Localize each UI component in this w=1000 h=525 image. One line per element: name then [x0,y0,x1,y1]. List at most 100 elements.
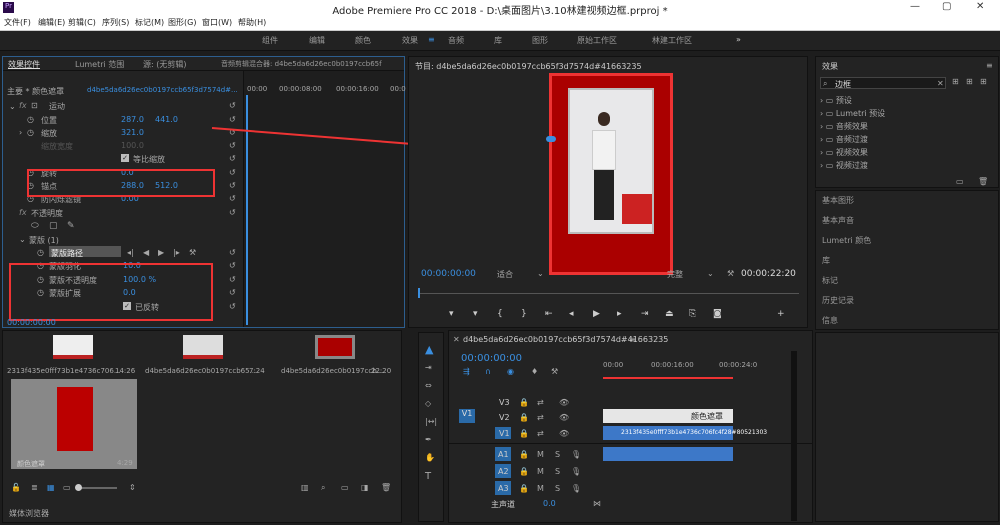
sync-icon[interactable]: ⇄ [537,398,544,407]
wrench-icon[interactable]: ⚒ [727,269,734,278]
lift-icon[interactable]: ⏏ [665,309,674,319]
reset-icon[interactable]: ↺ [229,302,236,311]
panel-libraries[interactable]: 库 [822,255,830,266]
program-timecode-left[interactable]: 00:00:00:00 [421,269,476,279]
mute-button[interactable]: M [537,484,544,493]
play-icon[interactable]: ▶ [593,309,600,319]
reset-icon[interactable]: ↺ [229,194,236,203]
tree-item-audio-effects[interactable]: › ▭ 音频效果 [820,121,868,132]
track-forward-icon[interactable]: ▶ [158,248,164,257]
clip-a1[interactable] [603,447,733,461]
ws-graphics[interactable]: 图形 [532,35,548,46]
panel-history[interactable]: 历史记录 [822,295,854,306]
lock-icon[interactable]: 🔒 [519,467,529,476]
master-track-value[interactable]: 0.0 [543,499,556,508]
step-forward-icon[interactable]: ▸ [617,309,622,319]
panel-info[interactable]: 信息 [822,315,838,326]
menu-marker[interactable]: 标记(M) [135,17,164,28]
go-to-out-icon[interactable]: ⇥ [641,309,649,319]
ws-custom[interactable]: 林建工作区 [652,35,692,46]
eye-icon[interactable]: 👁 [559,413,569,422]
ws-libraries[interactable]: 库 [494,35,502,46]
thumb-3[interactable] [315,335,355,359]
track-v2[interactable]: V2 [499,413,510,422]
reset-icon[interactable]: ↺ [229,288,236,297]
32bit-icon[interactable]: ⊞ [966,77,973,86]
panel-essential-sound[interactable]: 基本声音 [822,215,854,226]
panel-lumetri-color[interactable]: Lumetri 颜色 [822,235,871,246]
reset-icon[interactable]: ↺ [229,208,236,217]
program-playhead[interactable] [418,288,420,298]
clip-v1[interactable]: 2313f435e0fff73b1e4736c706fc4f28#8052130… [603,426,767,440]
track-v3[interactable]: V3 [499,398,510,407]
timeline-timecode[interactable]: 00:00:00:00 [461,353,522,364]
chevron-icon[interactable]: ⋈ [593,499,601,508]
track-a2[interactable]: A2 [498,467,509,476]
lock-icon[interactable]: 🔒 [519,398,529,407]
ellipse-mask-icon[interactable]: ⬭ [31,221,39,231]
menu-lines-icon[interactable]: ≡ [428,35,435,44]
thumb-1[interactable] [53,335,93,359]
menu-clip[interactable]: 剪辑(C) [68,17,96,28]
track-back-icon[interactable]: ◀ [143,248,149,257]
wrench-icon[interactable]: ⚒ [189,248,196,257]
ws-editing[interactable]: 编辑 [309,35,325,46]
freeform-icon[interactable]: ▭ [63,483,71,492]
rectangle-mask-icon[interactable]: ▢ [49,221,58,231]
maximize-icon[interactable]: ▢ [942,1,951,12]
tree-item-lumetri-presets[interactable]: › ▭ Lumetri 预设 [820,108,885,119]
program-scrubber[interactable] [419,293,799,294]
tab-audio-mixer[interactable]: 音频剪辑混合器: d4be5da6d26ec0b0197ccb65f [221,59,382,69]
trash-icon[interactable]: 🗑 [381,483,391,492]
source-patch-v1[interactable]: V1 [459,409,475,423]
track-v1[interactable]: V1 [499,429,510,438]
snap-icon[interactable]: ⇶ [463,367,470,376]
solo-button[interactable]: S [555,484,560,493]
zoom-slider-thumb[interactable] [75,484,82,491]
position-x[interactable]: 287.0 [121,115,144,124]
effects-search-input[interactable]: 边框 [835,79,851,90]
razor-icon[interactable]: ◇ [425,399,431,408]
chevron-down-icon[interactable]: ⌄ [707,269,714,278]
slip-icon[interactable]: |↔| [425,417,437,426]
track-a1[interactable]: A1 [498,450,509,459]
menu-file[interactable]: 文件(F) [4,17,31,28]
wrench-icon[interactable]: ⚒ [551,367,558,376]
chevron-right-icon[interactable]: » [736,35,741,44]
ws-color[interactable]: 颜色 [355,35,371,46]
fit-select[interactable]: 适合 [497,269,513,280]
step-back-icon[interactable]: ◂ [569,309,574,319]
tab-effect-controls[interactable]: 效果控件 [8,59,40,70]
reset-icon[interactable]: ↺ [229,101,236,110]
ec-timeline[interactable]: 00:00 00:00:08:00 00:00:16:00 00:0 [243,71,406,327]
reset-icon[interactable]: ↺ [229,181,236,190]
chevron-down-icon[interactable]: ⌄ [19,235,26,244]
ec-timecode[interactable]: 00:00:00:00 [7,318,56,327]
go-to-in-icon[interactable]: ⇤ [545,309,553,319]
accelerated-icon[interactable]: ⊞ [952,77,959,86]
selection-tool-icon[interactable]: ▲ [425,343,433,356]
eye-icon[interactable]: 👁 [559,398,569,407]
list-view-icon[interactable]: ≣ [31,483,38,492]
eye-icon[interactable]: 👁 [559,429,569,438]
next-keyframe-icon[interactable]: |▸ [173,248,180,257]
video-frame[interactable] [546,73,673,275]
mask-handle[interactable] [546,136,556,142]
panel-markers[interactable]: 标记 [822,275,838,286]
chevron-right-icon[interactable]: › [19,128,22,137]
mic-icon[interactable]: 🎙 [571,467,581,476]
in-bracket-icon[interactable]: { [497,309,503,319]
tree-item-video-effects[interactable]: › ▭ 视频效果 [820,147,868,158]
new-bin-icon[interactable]: ▭ [956,177,964,186]
quality-select[interactable]: 完整 [667,269,683,280]
menu-edit[interactable]: 编辑(E) [38,17,65,28]
stopwatch-icon[interactable]: ◷ [27,128,34,137]
menu-window[interactable]: 窗口(W) [202,17,232,28]
scale-value[interactable]: 321.0 [121,128,144,137]
tree-item-video-transitions[interactable]: › ▭ 视频过渡 [820,160,868,171]
thumb-color-matte[interactable] [11,379,137,469]
media-browser-tab[interactable]: 媒体浏览器 [9,508,49,519]
sync-icon[interactable]: ⇄ [537,413,544,422]
plus-icon[interactable]: + [777,309,785,319]
extract-icon[interactable]: ⎘ [689,309,696,319]
